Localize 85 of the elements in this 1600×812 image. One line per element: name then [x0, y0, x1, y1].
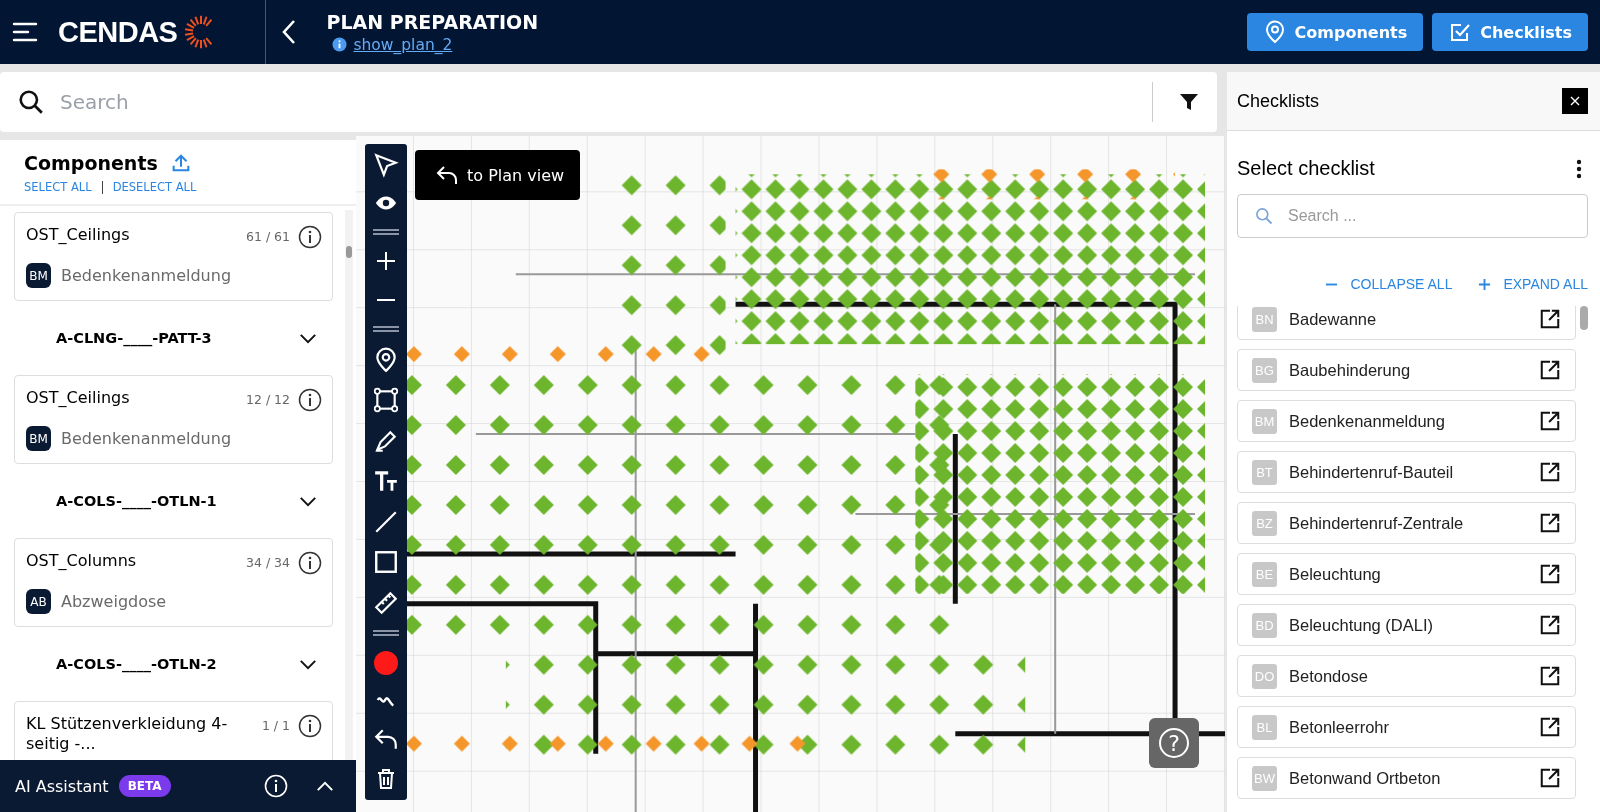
to-plan-view-button[interactable]: to Plan view: [415, 150, 581, 200]
component-name: KL Stützenverkleidung 4-seitig -...: [26, 714, 229, 754]
checklist-name: Betonleerrohr: [1289, 717, 1390, 737]
open-external-icon[interactable]: [1539, 359, 1561, 381]
chevron-icon: [299, 495, 317, 507]
component-count: 34 / 34: [246, 555, 290, 570]
checklist-name: Beleuchtung: [1289, 564, 1382, 584]
section-title: Select checklist: [1237, 157, 1375, 180]
component-count: 61 / 61: [246, 229, 290, 244]
open-external-icon[interactable]: [1539, 767, 1561, 789]
select-icon[interactable]: [373, 152, 399, 178]
chevron-icon: [299, 332, 317, 344]
checklist-name: Betonwand Ortbeton: [1289, 768, 1442, 788]
search-icon: [1254, 206, 1274, 226]
chevron-icon: [299, 658, 317, 670]
info-icon[interactable]: [298, 225, 322, 249]
checklist-name: Betondose: [1289, 666, 1369, 686]
back-icon[interactable]: [282, 19, 297, 45]
pin-icon[interactable]: [373, 346, 399, 373]
components-button[interactable]: Components: [1246, 13, 1424, 51]
checklist-name: Bedenkenanmeldung: [1289, 411, 1446, 431]
search-icon: [18, 89, 44, 115]
filter-icon[interactable]: [1179, 92, 1199, 112]
checklist-name: Baubehinderung: [1289, 360, 1412, 380]
open-external-icon[interactable]: [1539, 461, 1561, 483]
component-card[interactable]: OST_Ceilings 61 / 61 BM Bedenkenanmeldung: [14, 212, 333, 301]
plus-icon: [1478, 277, 1492, 291]
plan-link[interactable]: show_plan_2: [353, 35, 453, 54]
ruler-icon[interactable]: [373, 589, 399, 616]
polygon-icon[interactable]: [373, 387, 399, 414]
menu-icon[interactable]: [12, 22, 38, 42]
layer-row[interactable]: A-COLS-____-OTLN-1: [14, 470, 333, 532]
checklist-name: Behindertenruf-Zentrale: [1289, 513, 1465, 533]
rectangle-icon[interactable]: [373, 549, 399, 576]
info-icon[interactable]: [298, 551, 322, 575]
checklist-badge: BM: [26, 426, 51, 451]
checklist-name: Bedenkenanmeldung: [61, 266, 232, 285]
deselect-all-link[interactable]: DESELECT ALL: [112, 180, 197, 194]
open-external-icon[interactable]: [1539, 512, 1561, 534]
select-all-link[interactable]: SELECT ALL: [24, 180, 92, 194]
open-external-icon[interactable]: [1539, 665, 1561, 687]
page-title: PLAN PREPARATION: [326, 10, 539, 33]
info-icon[interactable]: [298, 388, 322, 412]
search-input[interactable]: Search: [58, 89, 1138, 115]
close-button[interactable]: [1562, 88, 1588, 114]
component-card[interactable]: OST_Columns 34 / 34 AB Abzweigdose: [14, 538, 333, 627]
component-card[interactable]: OST_Ceilings 12 / 12 BM Bedenkenanmeldung: [14, 375, 333, 464]
layer-row[interactable]: A-CLNG-____-PATT-3: [14, 307, 333, 369]
component-count: 12 / 12: [246, 392, 290, 407]
checklist-name: Abzweigdose: [61, 592, 167, 611]
checklist-name: Behindertenruf-Bauteil: [1289, 462, 1455, 482]
expand-all-button[interactable]: EXPAND ALL: [1478, 276, 1588, 292]
ai-assistant-label: AI Assistant: [15, 776, 109, 796]
color-swatch[interactable]: [374, 650, 398, 675]
open-external-icon[interactable]: [1539, 308, 1561, 330]
open-external-icon[interactable]: [1539, 614, 1561, 636]
search-bar[interactable]: Search ...: [1237, 194, 1588, 238]
panel-title: Checklists: [1237, 90, 1320, 112]
more-icon[interactable]: [1576, 158, 1582, 179]
info-icon: [332, 37, 348, 52]
info-icon[interactable]: [298, 714, 322, 738]
checklist-name: Bedenkenanmeldung: [61, 429, 232, 448]
panel-title: Components: [24, 152, 158, 174]
component-name: OST_Ceilings: [26, 225, 131, 245]
open-external-icon[interactable]: [1539, 563, 1561, 585]
checklist-badge: BM: [26, 263, 51, 288]
caret-icon[interactable]: [316, 780, 334, 792]
beta-badge: BETA: [118, 775, 171, 797]
open-external-icon[interactable]: [1539, 410, 1561, 432]
layer-row[interactable]: A-COLS-____-OTLN-2: [14, 633, 333, 695]
component-name: OST_Columns: [26, 551, 138, 571]
undo-icon: [435, 163, 459, 187]
component-name: OST_Ceilings: [26, 388, 131, 408]
component-count: 1 / 1: [261, 718, 290, 733]
open-external-icon[interactable]: [1539, 716, 1561, 738]
help-button[interactable]: ?: [1149, 718, 1199, 768]
checklist-name: Beleuchtung (DALI): [1289, 615, 1434, 635]
logo-text: CENDAS: [58, 15, 178, 49]
checklist-badge: AB: [26, 589, 51, 614]
collapse-all-button[interactable]: COLLAPSE ALL: [1325, 276, 1453, 292]
checklist-name: Badewanne: [1289, 309, 1378, 329]
checklists-button[interactable]: Checklists: [1432, 13, 1588, 51]
close-icon: [1570, 96, 1580, 106]
search-bar[interactable]: Search: [0, 72, 1217, 132]
ai-assistant-bar[interactable]: AI Assistant BETA: [0, 760, 356, 812]
